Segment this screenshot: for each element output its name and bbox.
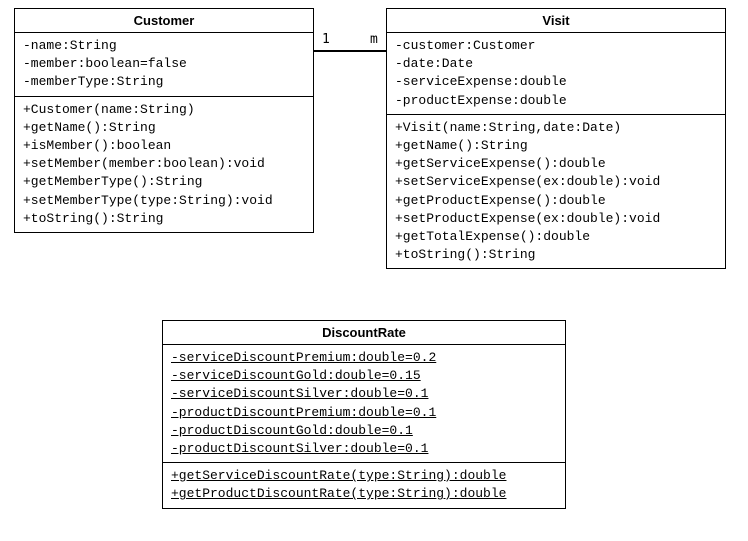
attr: -name:String — [23, 37, 305, 55]
class-visit: Visit -customer:Customer -date:Date -ser… — [386, 8, 726, 269]
attr-static: -serviceDiscountGold:double=0.15 — [171, 367, 557, 385]
op: +getMemberType():String — [23, 173, 305, 191]
class-customer: Customer -name:String -member:boolean=fa… — [14, 8, 314, 233]
class-title: Customer — [15, 9, 313, 33]
op: +getServiceExpense():double — [395, 155, 717, 173]
op-static: +getServiceDiscountRate(type:String):dou… — [171, 467, 557, 485]
op: +Visit(name:String,date:Date) — [395, 119, 717, 137]
class-title: DiscountRate — [163, 321, 565, 345]
operations-section: +Customer(name:String) +getName():String… — [15, 97, 313, 232]
attr: -member:boolean=false — [23, 55, 305, 73]
operations-section: +getServiceDiscountRate(type:String):dou… — [163, 463, 565, 507]
op: +getTotalExpense():double — [395, 228, 717, 246]
attr-static: -productDiscountGold:double=0.1 — [171, 422, 557, 440]
op: +getProductExpense():double — [395, 192, 717, 210]
op: +isMember():boolean — [23, 137, 305, 155]
op: +getName():String — [395, 137, 717, 155]
op: +setServiceExpense(ex:double):void — [395, 173, 717, 191]
attr-static: -serviceDiscountPremium:double=0.2 — [171, 349, 557, 367]
multiplicity-right: m — [370, 32, 378, 47]
op: +getName():String — [23, 119, 305, 137]
attributes-section: -customer:Customer -date:Date -serviceEx… — [387, 33, 725, 115]
attributes-section: -serviceDiscountPremium:double=0.2 -serv… — [163, 345, 565, 463]
op: +toString():String — [23, 210, 305, 228]
attr: -memberType:String — [23, 73, 305, 91]
op: +setMemberType(type:String):void — [23, 192, 305, 210]
op: +setProductExpense(ex:double):void — [395, 210, 717, 228]
class-title: Visit — [387, 9, 725, 33]
attr-static: -productDiscountPremium:double=0.1 — [171, 404, 557, 422]
attr: -productExpense:double — [395, 92, 717, 110]
op: +Customer(name:String) — [23, 101, 305, 119]
attr: -serviceExpense:double — [395, 73, 717, 91]
attr: -date:Date — [395, 55, 717, 73]
op-static: +getProductDiscountRate(type:String):dou… — [171, 485, 557, 503]
attr-static: -productDiscountSilver:double=0.1 — [171, 440, 557, 458]
attr: -customer:Customer — [395, 37, 717, 55]
op: +setMember(member:boolean):void — [23, 155, 305, 173]
attributes-section: -name:String -member:boolean=false -memb… — [15, 33, 313, 97]
multiplicity-left: 1 — [322, 32, 330, 47]
op: +toString():String — [395, 246, 717, 264]
attr-static: -serviceDiscountSilver:double=0.1 — [171, 385, 557, 403]
class-discountrate: DiscountRate -serviceDiscountPremium:dou… — [162, 320, 566, 509]
association-line — [314, 50, 386, 52]
operations-section: +Visit(name:String,date:Date) +getName()… — [387, 115, 725, 269]
